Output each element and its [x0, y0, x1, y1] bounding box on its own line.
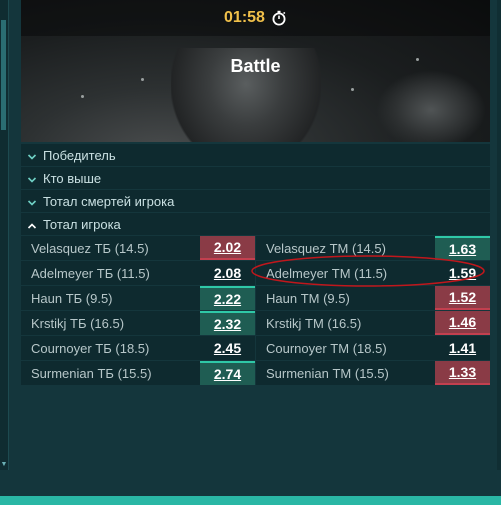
- section-header[interactable]: Тотал игрока: [21, 213, 490, 235]
- chevron-up-icon: [27, 219, 37, 229]
- market-row: Cournoyer ТБ (18.5) 2.45 Cournoyer ТМ (18.…: [21, 336, 490, 360]
- event-banner: 01:58 Battle: [21, 0, 490, 142]
- chevron-down-icon: [27, 150, 37, 160]
- banner-artwork-secondary: [376, 70, 486, 142]
- section-header[interactable]: Победитель: [21, 144, 490, 166]
- over-bet-label: Adelmeyer ТБ (11.5): [31, 265, 150, 281]
- under-bet-cell[interactable]: Surmenian ТМ (15.5) 1.33: [256, 361, 490, 385]
- under-bet-label: Cournoyer ТМ (18.5): [266, 340, 387, 356]
- under-odds-button[interactable]: 1.41: [435, 336, 490, 360]
- market-row: Krstikj ТБ (16.5) 2.32 Krstikj ТМ (16.5) 1.…: [21, 311, 490, 335]
- stopwatch-icon: [271, 10, 287, 26]
- under-odds-button[interactable]: 1.63: [435, 236, 490, 260]
- over-bet-cell[interactable]: Krstikj ТБ (16.5) 2.32: [21, 311, 255, 335]
- right-edge-bar: [497, 0, 501, 470]
- section-header[interactable]: Кто выше: [21, 167, 490, 189]
- over-odds-button[interactable]: 2.08: [200, 261, 255, 285]
- under-bet-label: Krstikj ТМ (16.5): [266, 315, 362, 331]
- under-bet-cell[interactable]: Velasquez ТМ (14.5) 1.63: [256, 236, 490, 260]
- under-bet-label: Surmenian ТМ (15.5): [266, 365, 389, 381]
- section-label: Тотал игрока: [43, 216, 121, 232]
- market-row: Velasquez ТБ (14.5) 2.02 Velasquez ТМ (14.…: [21, 236, 490, 260]
- under-odds-button[interactable]: 1.33: [435, 361, 490, 385]
- under-bet-label: Haun ТМ (9.5): [266, 290, 350, 306]
- match-timer: 01:58: [224, 9, 265, 26]
- scroll-down-arrow-icon[interactable]: ▼: [0, 460, 8, 470]
- over-bet-label: Surmenian ТБ (15.5): [31, 365, 152, 381]
- market-row: Haun ТБ (9.5) 2.22 Haun ТМ (9.5) 1.52: [21, 286, 490, 310]
- over-odds-button[interactable]: 2.45: [200, 336, 255, 360]
- market-row: Adelmeyer ТБ (11.5) 2.08 Adelmeyer ТМ (11.…: [21, 261, 490, 285]
- under-bet-cell[interactable]: Adelmeyer ТМ (11.5) 1.59: [256, 261, 490, 285]
- over-bet-cell[interactable]: Haun ТБ (9.5) 2.22: [21, 286, 255, 310]
- odds-grid: Velasquez ТБ (14.5) 2.02 Velasquez ТМ (14.…: [21, 236, 490, 385]
- under-bet-label: Velasquez ТМ (14.5): [266, 240, 386, 256]
- event-title: Battle: [230, 56, 281, 76]
- under-odds-button[interactable]: 1.59: [435, 261, 490, 285]
- over-odds-button[interactable]: 2.32: [200, 311, 255, 335]
- over-bet-cell[interactable]: Adelmeyer ТБ (11.5) 2.08: [21, 261, 255, 285]
- section-label: Тотал смертей игрока: [43, 193, 175, 209]
- over-bet-label: Krstikj ТБ (16.5): [31, 315, 125, 331]
- over-bet-label: Velasquez ТБ (14.5): [31, 240, 149, 256]
- event-panel: 01:58 Battle Победитель Кто выше Тотал сме…: [21, 0, 490, 386]
- section-label: Кто выше: [43, 170, 102, 186]
- over-bet-cell[interactable]: Cournoyer ТБ (18.5) 2.45: [21, 336, 255, 360]
- under-odds-button[interactable]: 1.52: [435, 286, 490, 310]
- under-bet-cell[interactable]: Krstikj ТМ (16.5) 1.46: [256, 311, 490, 335]
- over-bet-cell[interactable]: Velasquez ТБ (14.5) 2.02: [21, 236, 255, 260]
- bottom-accent-bar: [0, 496, 501, 505]
- section-label: Победитель: [43, 147, 116, 163]
- over-bet-cell[interactable]: Surmenian ТБ (15.5) 2.74: [21, 361, 255, 385]
- left-scrollbar[interactable]: ▼: [0, 0, 9, 470]
- under-bet-label: Adelmeyer ТМ (11.5): [266, 265, 388, 281]
- chevron-down-icon: [27, 196, 37, 206]
- under-bet-cell[interactable]: Haun ТМ (9.5) 1.52: [256, 286, 490, 310]
- market-row: Surmenian ТБ (15.5) 2.74 Surmenian ТМ (15.…: [21, 361, 490, 385]
- scrollbar-thumb[interactable]: [1, 20, 6, 130]
- timer-strip: 01:58: [21, 0, 490, 36]
- over-odds-button[interactable]: 2.74: [200, 361, 255, 385]
- over-odds-button[interactable]: 2.02: [200, 236, 255, 260]
- over-bet-label: Cournoyer ТБ (18.5): [31, 340, 150, 356]
- over-odds-button[interactable]: 2.22: [200, 286, 255, 310]
- section-header[interactable]: Тотал смертей игрока: [21, 190, 490, 212]
- chevron-down-icon: [27, 173, 37, 183]
- under-bet-cell[interactable]: Cournoyer ТМ (18.5) 1.41: [256, 336, 490, 360]
- over-bet-label: Haun ТБ (9.5): [31, 290, 113, 306]
- under-odds-button[interactable]: 1.46: [435, 311, 490, 335]
